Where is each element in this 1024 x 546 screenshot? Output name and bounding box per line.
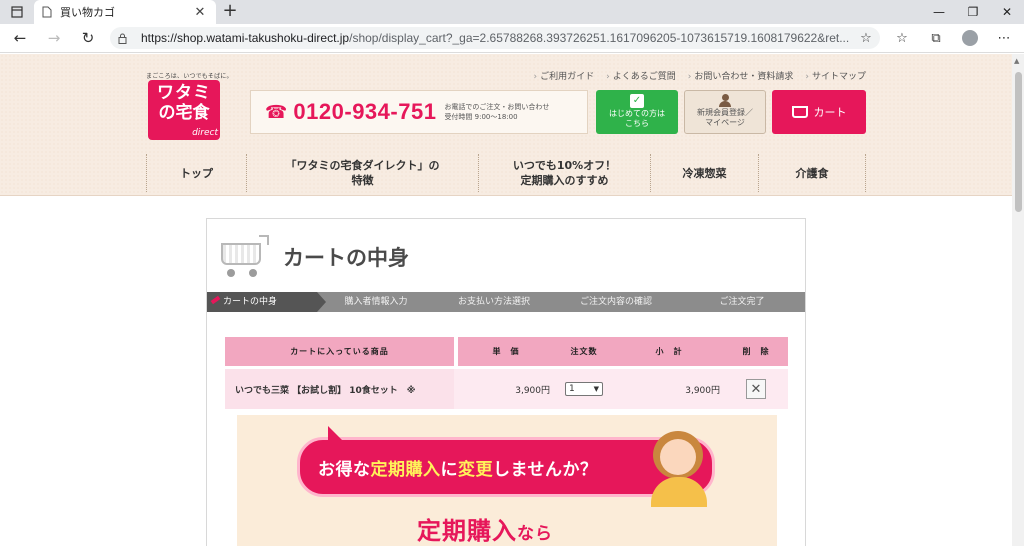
- cart-heading: カートの中身: [217, 229, 409, 285]
- page-icon: [42, 6, 52, 18]
- lock-icon[interactable]: [118, 33, 127, 44]
- util-link-guide[interactable]: ご利用ガイド: [534, 69, 594, 82]
- member-line2: マイページ: [705, 118, 745, 127]
- utility-nav: ご利用ガイド よくあるご質問 お問い合わせ・資料請求 サイトマップ: [534, 69, 866, 82]
- tab-title: 買い物カゴ: [60, 6, 115, 19]
- beginner-mark-icon: ✓: [630, 94, 644, 108]
- global-nav: トップ 「ワタミの宅食ダイレクト」の 特徴 いつでも10%オフ！ 定期購入のすすめ …: [146, 154, 866, 192]
- scroll-up-icon[interactable]: ▲: [1014, 57, 1019, 65]
- back-icon[interactable]: ←: [8, 27, 32, 49]
- util-link-contact[interactable]: お問い合わせ・資料請求: [688, 69, 793, 82]
- gnav-frozen[interactable]: 冷凍惣菜: [650, 154, 758, 192]
- quantity-value: 1: [569, 384, 575, 394]
- checkout-steps: カートの中身 購入者情報入力 お支払い方法選択 ご注文内容の確認 ご注文完了: [207, 292, 805, 312]
- step-payment: お支払い方法選択: [457, 297, 530, 307]
- favorite-star-icon[interactable]: ☆: [854, 27, 878, 49]
- item-subtotal: 3,900円: [685, 385, 720, 396]
- step-complete: ご注文完了: [719, 297, 765, 307]
- first-time-line1: はじめての方は: [609, 109, 665, 118]
- profile-avatar-icon[interactable]: [958, 27, 982, 49]
- logo-line1: ワタミ: [157, 83, 211, 103]
- shopping-cart-icon: [217, 229, 271, 285]
- site-header: まごころは、いつでもそばに。 ワタミ の宅食 direct ご利用ガイド よくあ…: [0, 54, 1012, 196]
- tagline: まごころは、いつでもそばに。: [146, 73, 233, 80]
- gnav-care-food[interactable]: 介護食: [758, 154, 866, 192]
- delete-item-button[interactable]: ✕: [746, 379, 766, 399]
- collections-icon[interactable]: ⧉: [924, 27, 948, 49]
- col-qty: 注文数: [554, 337, 614, 367]
- url-field[interactable]: https://shop.watami-takushoku-direct.jp/…: [110, 27, 880, 49]
- quantity-select[interactable]: 1 ▼: [565, 382, 603, 396]
- step-cart: カートの中身: [207, 292, 326, 312]
- chevron-down-icon: ▼: [593, 385, 599, 393]
- gnav-features[interactable]: 「ワタミの宅食ダイレクト」の 特徴: [246, 154, 478, 192]
- first-time-line2: こちら: [625, 119, 649, 128]
- scroll-thumb[interactable]: [1015, 72, 1022, 212]
- subscription-banner[interactable]: お得な定期購入に変更しませんか？ 定期購入なら: [237, 415, 777, 546]
- logo-line2: の宅食: [158, 103, 210, 123]
- forward-icon[interactable]: →: [42, 27, 66, 49]
- page-scrollbar[interactable]: ▲: [1012, 54, 1024, 546]
- banner-subheading: 定期購入なら: [417, 511, 553, 546]
- util-link-sitemap[interactable]: サイトマップ: [805, 69, 866, 82]
- col-item: カートに入っている商品: [225, 337, 454, 367]
- woman-illustration-icon: [647, 425, 717, 507]
- restore-icon[interactable]: ❐: [956, 0, 990, 24]
- site-logo[interactable]: ワタミ の宅食 direct: [148, 80, 220, 140]
- cart-button[interactable]: カート: [772, 90, 866, 134]
- table-header: カートに入っている商品 単 価 注文数 小 計 削 除: [225, 337, 788, 367]
- address-bar: ← → ↻ https://shop.watami-takushoku-dire…: [0, 24, 1024, 53]
- browser-tab-bar: 買い物カゴ ✕ + — ❐ ✕: [0, 0, 1024, 24]
- member-mypage-button[interactable]: 新規会員登録／ マイページ: [684, 90, 766, 134]
- cart-panel: カートの中身 カートの中身 購入者情報入力 お支払い方法選択 ご注文内容の確認 …: [206, 218, 806, 546]
- util-link-faq[interactable]: よくあるご質問: [606, 69, 676, 82]
- logo-sub: direct: [192, 128, 218, 138]
- phone-note-line1: お電話でのご注文・お問い合わせ: [444, 103, 550, 111]
- step-confirm: ご注文内容の確認: [579, 297, 652, 307]
- cart-button-label: カート: [813, 106, 847, 119]
- cart-table: カートに入っている商品 単 価 注文数 小 計 削 除 いつでも三菜 【お試し割…: [225, 337, 788, 409]
- pencil-icon: [210, 295, 221, 305]
- reload-icon[interactable]: ↻: [76, 27, 100, 49]
- more-menu-icon[interactable]: ⋯: [992, 27, 1016, 49]
- first-time-button[interactable]: ✓ はじめての方は こちら: [596, 90, 678, 134]
- close-window-icon[interactable]: ✕: [990, 0, 1024, 24]
- tab-actions-icon[interactable]: [0, 0, 34, 24]
- favorites-icon[interactable]: ☆: [890, 27, 914, 49]
- item-price: 3,900円: [515, 385, 550, 396]
- gnav-top[interactable]: トップ: [146, 154, 246, 192]
- qty-cell: 1 ▼: [554, 369, 614, 409]
- phone-note: お電話でのご注文・お問い合わせ 受付時間 9:00〜18:00: [444, 102, 549, 122]
- col-price: 単 価: [458, 337, 554, 367]
- member-line1: 新規会員登録／: [697, 108, 753, 117]
- phone-note-line2: 受付時間 9:00〜18:00: [444, 113, 518, 121]
- minimize-icon[interactable]: —: [922, 0, 956, 24]
- close-tab-icon[interactable]: ✕: [192, 5, 208, 20]
- gnav-subscription[interactable]: いつでも10%オフ！ 定期購入のすすめ: [478, 154, 650, 192]
- item-name[interactable]: いつでも三菜 【お試し割】 10食セット ※: [225, 369, 454, 409]
- page-viewport: まごころは、いつでもそばに。 ワタミ の宅食 direct ご利用ガイド よくあ…: [0, 54, 1012, 546]
- delete-cell: ✕: [724, 369, 788, 409]
- url-text: https://shop.watami-takushoku-direct.jp/…: [141, 31, 850, 45]
- table-row: いつでも三菜 【お試し割】 10食セット ※ 3,900円 1 ▼ 3,900円…: [225, 369, 788, 409]
- step-buyer-info: 購入者情報入力: [344, 297, 408, 307]
- col-delete: 削 除: [724, 337, 788, 367]
- col-subtotal: 小 計: [614, 337, 724, 367]
- phone-number[interactable]: 0120-934-751: [293, 99, 436, 125]
- new-tab-button[interactable]: +: [220, 2, 240, 22]
- telephone-icon: ☎: [265, 101, 288, 123]
- banner-headline: お得な定期購入に変更しませんか？: [318, 459, 598, 480]
- close-icon: ✕: [750, 381, 762, 397]
- person-icon: [719, 94, 731, 108]
- browser-tab[interactable]: 買い物カゴ ✕: [34, 0, 216, 24]
- phone-box: ☎ 0120-934-751 お電話でのご注文・お問い合わせ 受付時間 9:00…: [250, 90, 588, 134]
- cart-icon: [791, 106, 808, 118]
- page-title: カートの中身: [283, 246, 409, 270]
